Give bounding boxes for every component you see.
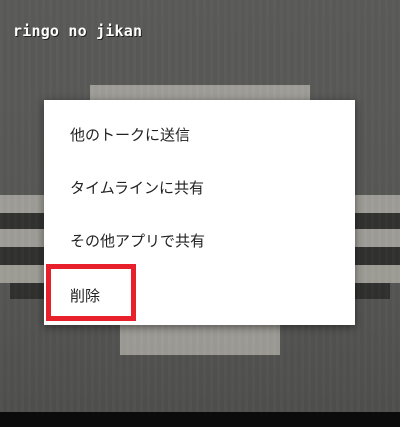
- delete-highlight-box: [46, 264, 136, 321]
- watermark-text: ringo no jikan: [13, 22, 143, 40]
- menu-item-share-other-apps[interactable]: その他アプリで共有: [44, 214, 355, 266]
- menu-item-send-to-other-talk[interactable]: 他のトークに送信: [44, 108, 355, 160]
- bottom-bar: [0, 412, 400, 427]
- menu-item-share-timeline[interactable]: タイムラインに共有: [44, 161, 355, 213]
